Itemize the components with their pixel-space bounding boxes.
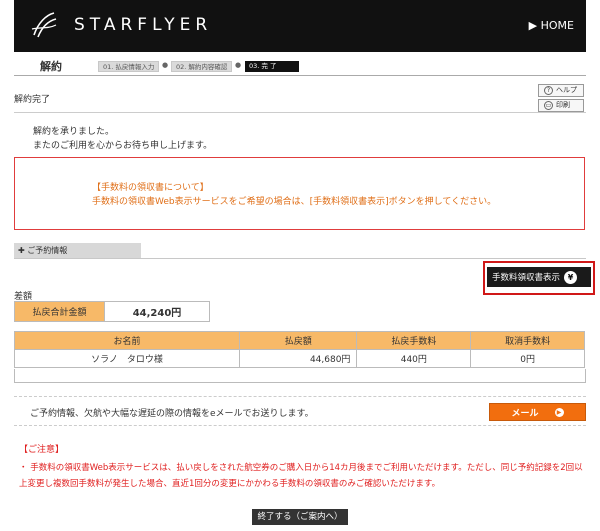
refund-amount: 44,680円	[238, 349, 358, 368]
refund-total-value: 44,240円	[104, 301, 210, 322]
section-divider	[14, 258, 586, 259]
completion-message-2: またのご利用を心からお待ち申し上げます。	[33, 141, 213, 151]
notice-text: 手数料の領収書Web表示サービスをご希望の場合は、[手数料領収書表示]ボタンを押…	[92, 197, 497, 207]
question-icon: ?	[544, 86, 553, 95]
step-2: 02. 解約内容確認	[171, 61, 233, 72]
step-bar: 解約 01. 払戻情報入力 ● 02. 解約内容確認 ● 03. 完 了	[14, 56, 586, 76]
help-button[interactable]: ? ヘルプ	[538, 84, 584, 97]
passenger-name: ソラノ タロウ様	[14, 349, 240, 368]
step-3-current: 03. 完 了	[245, 61, 299, 72]
home-link[interactable]: ▶ HOME	[529, 19, 574, 32]
yen-icon: ¥	[564, 270, 578, 284]
col-refund: 払戻額	[238, 331, 358, 350]
step-1: 01. 払戻情報入力	[98, 61, 160, 72]
brand-name: STARFLYER	[74, 15, 213, 35]
finish-button[interactable]: 終了する（ご案内へ）	[252, 509, 348, 525]
process-title: 解約	[40, 60, 62, 73]
divider	[14, 112, 586, 113]
starflyer-logo-icon	[31, 12, 57, 38]
printer-icon: ▭	[544, 101, 553, 110]
receipt-display-button[interactable]: 手数料領収書表示 ¥	[487, 267, 591, 287]
page-title: 解約完了	[14, 95, 51, 105]
col-cancel-fee: 取消手数料	[470, 331, 585, 350]
arrow-right-icon: ▶	[554, 407, 564, 417]
reservation-info-tab: ✚ ご予約情報	[14, 243, 141, 258]
print-button[interactable]: ▭ 印刷	[538, 99, 584, 112]
mail-button[interactable]: メール ▶	[489, 403, 586, 421]
table-row: ソラノ タロウ様 44,680円 440円 0円	[14, 349, 585, 368]
completion-message: 解約を承りました。	[33, 127, 115, 137]
mail-description: ご予約情報、欠航や大幅な遅延の際の情報をeメールでお送りします。	[30, 409, 314, 419]
refund-total-label: 払戻合計金額	[14, 301, 105, 322]
refund-total-table: 払戻合計金額 44,240円	[14, 301, 210, 322]
step-separator-icon: ●	[162, 61, 169, 69]
caution-heading: 【ご注意】	[19, 445, 65, 455]
refund-detail-table: お名前 払戻額 払戻手数料 取消手数料 ソラノ タロウ様 44,680円 440…	[14, 331, 585, 368]
receipt-notice: 【手数料の領収書について】 手数料の領収書Web表示サービスをご希望の場合は、[…	[14, 157, 585, 230]
caution-text: ・ 手数料の領収書Web表示サービスは、払い戻しをされた航空券のご購入日から14…	[19, 463, 583, 489]
col-refund-fee: 払戻手数料	[356, 331, 472, 350]
col-name: お名前	[14, 331, 240, 350]
step-separator-icon: ●	[235, 61, 242, 69]
section-frame	[14, 369, 586, 383]
cancel-fee: 0円	[470, 349, 585, 368]
site-header: STARFLYER ▶ HOME	[14, 0, 586, 52]
plus-icon: ✚	[18, 246, 25, 255]
refund-fee: 440円	[356, 349, 472, 368]
notice-title: 【手数料の領収書について】	[92, 183, 209, 193]
